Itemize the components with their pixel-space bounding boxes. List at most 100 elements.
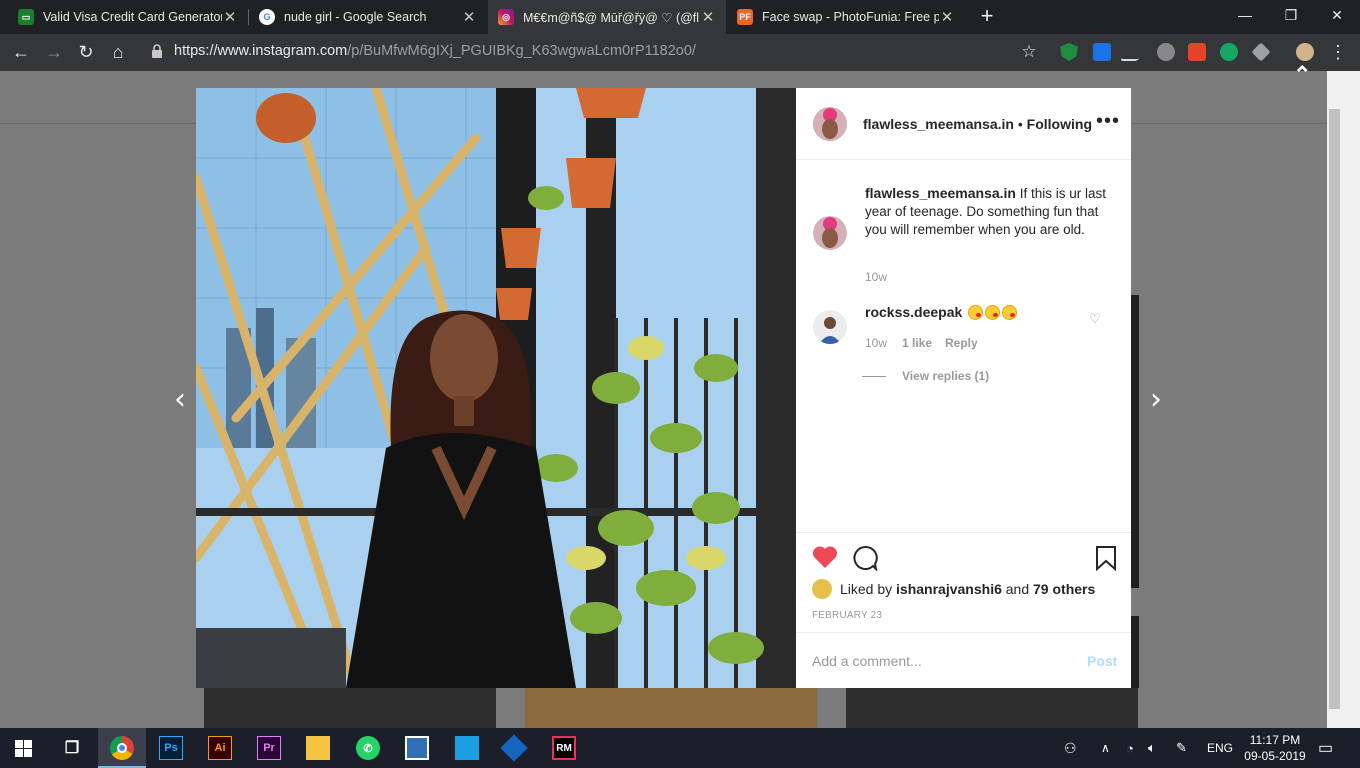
post-photo[interactable] — [196, 88, 796, 688]
file-explorer-icon[interactable] — [306, 736, 330, 760]
menu-icon[interactable]: ⋮ — [1326, 40, 1350, 64]
reload-button[interactable]: ↻ — [74, 40, 98, 64]
wifi-icon[interactable]: ◔ — [1126, 728, 1134, 768]
shield-extension-icon[interactable] — [1060, 43, 1078, 61]
scrollbar[interactable] — [1327, 71, 1360, 728]
address-bar[interactable]: https://www.instagram.com/p/BuMfwM6gIXj_… — [174, 43, 696, 59]
tab-card-generator[interactable]: ▭ Valid Visa Credit Card Generator ✕ — [8, 0, 248, 34]
comment-username[interactable]: rockss.deepak — [865, 304, 962, 320]
caption-timestamp[interactable]: 10w — [865, 270, 887, 284]
previous-arrow-icon[interactable]: ‹ — [174, 382, 186, 417]
app-icon[interactable] — [405, 736, 429, 760]
back-button[interactable]: ← — [9, 40, 33, 64]
post-caption: flawless_meemansa.in If this is ur last … — [865, 184, 1110, 239]
grammarly-icon[interactable] — [1220, 43, 1238, 61]
cube-extension-icon[interactable] — [1251, 42, 1271, 62]
tab-google-search[interactable]: G nude girl - Google Search ✕ — [249, 0, 487, 34]
tab-bar: ▭ Valid Visa Credit Card Generator ✕ G n… — [0, 0, 1360, 34]
post-header: flawless_meemansa.in • Following ••• — [796, 88, 1131, 160]
virtualbox-icon[interactable] — [500, 734, 528, 762]
close-window-button[interactable]: ✕ — [1314, 0, 1360, 32]
notification-icon[interactable]: ▭ — [1318, 728, 1333, 768]
liked-by-others[interactable]: 79 others — [1033, 581, 1095, 597]
liked-by-conj: and — [1005, 581, 1030, 597]
view-replies-button[interactable]: View replies (1) — [902, 369, 989, 383]
percent-extension-icon[interactable] — [1188, 43, 1206, 61]
post-comment-button[interactable]: Post — [1087, 653, 1117, 669]
divider — [796, 532, 1131, 533]
add-comment-input[interactable]: Add a comment... — [812, 653, 922, 669]
kiss-emoji-icon — [1002, 305, 1018, 320]
reply-button[interactable]: Reply — [945, 336, 978, 350]
close-icon[interactable]: ✕ — [939, 8, 955, 26]
volume-icon[interactable]: 🔈︎ — [1148, 728, 1156, 768]
tab-title: Face swap - PhotoFunia: Free pho — [762, 10, 939, 24]
grid-thumbnail — [1131, 616, 1139, 688]
liked-by-user[interactable]: ishanrajvanshi6 — [896, 581, 1002, 597]
post-username[interactable]: flawless_meemansa.in — [863, 116, 1014, 132]
grid-thumbnail — [846, 688, 1138, 728]
post-image — [196, 88, 796, 688]
location-extension-icon[interactable] — [1157, 43, 1175, 61]
rubymine-icon[interactable]: RM — [552, 736, 576, 760]
clock-time: 11:17 PM — [1249, 733, 1301, 747]
post-header-text: flawless_meemansa.in • Following — [863, 116, 1092, 132]
share-icon[interactable] — [455, 736, 479, 760]
clock[interactable]: 11:17 PM 09-05-2019 — [1240, 732, 1310, 764]
task-view-icon[interactable]: ❐ — [60, 736, 84, 760]
comment-likes[interactable]: 1 like — [902, 336, 932, 350]
scrollbar-thumb[interactable] — [1329, 109, 1340, 709]
more-options-icon[interactable]: ••• — [1096, 110, 1120, 133]
comment-like-icon[interactable]: ♡ — [1089, 311, 1101, 327]
tab-instagram[interactable]: ◎ M€€m@ñ$@ Mūř@řÿ@ ♡ (@fl ✕ — [488, 0, 726, 34]
avatar[interactable] — [813, 107, 847, 141]
save-extension-icon[interactable] — [1093, 43, 1111, 61]
photofunia-icon: PF — [737, 9, 753, 25]
avatar[interactable] — [812, 579, 832, 599]
following-button[interactable]: Following — [1027, 116, 1092, 132]
language-indicator[interactable]: ENG — [1207, 728, 1233, 768]
url-path: /p/BuMfwM6gIXj_PGUIBKg_K63wgwaLcm0rP1182… — [347, 43, 696, 59]
close-icon[interactable]: ✕ — [700, 8, 716, 26]
post-date[interactable]: FEBRUARY 23 — [812, 610, 882, 621]
heart-icon[interactable] — [812, 545, 838, 569]
photoshop-icon[interactable]: Ps — [159, 736, 183, 760]
bookmark-star-icon[interactable]: ☆ — [1017, 40, 1041, 64]
people-icon[interactable]: ⚇ — [1064, 728, 1077, 768]
google-icon: G — [259, 9, 275, 25]
lock-icon — [152, 44, 162, 58]
pen-icon[interactable]: ✎ — [1176, 728, 1187, 768]
avatar[interactable] — [813, 310, 847, 344]
kiss-emoji-icon — [985, 305, 1001, 320]
profile-avatar[interactable] — [1296, 43, 1314, 61]
avatar[interactable] — [813, 216, 847, 250]
pen-extension-icon[interactable] — [1119, 43, 1149, 61]
caption-username[interactable]: flawless_meemansa.in — [865, 185, 1016, 201]
premiere-icon[interactable]: Pr — [257, 736, 281, 760]
close-modal-icon[interactable]: ⌃ — [1293, 62, 1311, 88]
divider — [862, 376, 886, 377]
whatsapp-icon[interactable]: ✆ — [356, 736, 380, 760]
restore-button[interactable]: ❐ — [1268, 0, 1314, 32]
instagram-icon: ◎ — [498, 9, 514, 25]
windows-start-icon[interactable] — [15, 740, 32, 757]
liked-by: Liked by ishanrajvanshi6 and 79 others — [812, 579, 1095, 599]
separator-dot: • — [1017, 116, 1023, 132]
comment-timestamp[interactable]: 10w — [865, 336, 887, 350]
tab-photofunia[interactable]: PF Face swap - PhotoFunia: Free pho ✕ — [727, 0, 965, 34]
next-arrow-icon[interactable]: › — [1150, 382, 1162, 417]
tab-title: Valid Visa Credit Card Generator — [43, 10, 222, 24]
illustrator-icon[interactable]: Ai — [208, 736, 232, 760]
chrome-icon[interactable] — [110, 736, 134, 760]
new-tab-button[interactable]: + — [976, 5, 998, 29]
home-icon[interactable]: ⌂ — [106, 40, 130, 64]
bookmark-icon[interactable] — [1095, 545, 1117, 571]
divider — [796, 632, 1131, 633]
close-icon[interactable]: ✕ — [222, 8, 238, 26]
close-icon[interactable]: ✕ — [461, 8, 477, 26]
chevron-up-icon[interactable]: ∧ — [1101, 728, 1110, 768]
forward-button[interactable]: → — [42, 40, 66, 64]
minimize-button[interactable]: — — [1222, 0, 1268, 32]
grid-thumbnail — [1131, 295, 1139, 588]
comment-icon[interactable] — [852, 545, 878, 571]
